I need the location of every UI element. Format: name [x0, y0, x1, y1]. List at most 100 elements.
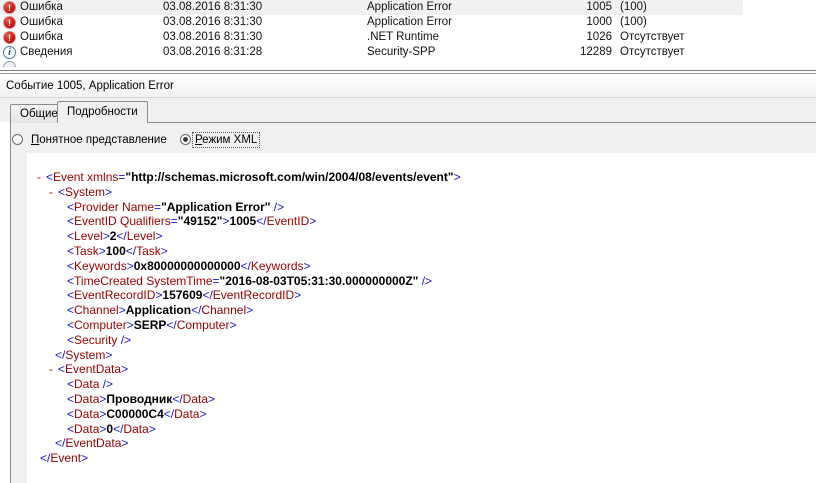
- xml-token: "Application Error": [161, 199, 271, 214]
- xml-token: <: [67, 317, 75, 332]
- xml-token: Security: [74, 332, 118, 347]
- xml-token: SystemTime: [142, 273, 213, 288]
- xml-token: Event: [53, 170, 84, 184]
- event-id-cell: 12289: [580, 46, 612, 58]
- xml-token: </: [40, 451, 51, 466]
- xml-token: >: [148, 421, 156, 436]
- info-icon: i: [3, 46, 16, 59]
- xml-line: <Level>2</Level>: [27, 229, 816, 244]
- source-cell: Security-SPP: [367, 46, 436, 58]
- xml-token: SERP: [133, 317, 167, 332]
- xml-token: Data: [74, 421, 100, 436]
- xml-token: />: [270, 199, 285, 214]
- event-row[interactable]: ! Ошибка 03.08.2016 8:31:30 Application Err…: [0, 15, 816, 30]
- xml-token: =: [212, 273, 220, 288]
- xml-token: System: [65, 347, 106, 362]
- tab-details[interactable]: Подробности: [57, 101, 148, 123]
- xml-token: 1005: [229, 214, 257, 229]
- xml-token: >: [98, 243, 106, 258]
- xml-token: <: [67, 406, 75, 421]
- xml-token: Проводник: [106, 391, 173, 406]
- xml-token: Channel: [74, 303, 119, 318]
- xml-token: Application: [125, 303, 192, 318]
- collapse-toggle[interactable]: -: [49, 362, 53, 376]
- xml-token: >: [81, 451, 89, 466]
- radio-friendly-view-label[interactable]: Понятное представление: [28, 132, 170, 148]
- xml-token: </: [166, 317, 177, 332]
- xml-token: Computer: [74, 317, 127, 332]
- date-cell: 03.08.2016 8:31:28: [163, 46, 263, 58]
- xml-token: <: [67, 273, 75, 288]
- xml-token: TimeCreated: [74, 273, 143, 288]
- xml-token: >: [199, 406, 207, 421]
- date-cell: 03.08.2016 8:31:30: [163, 16, 263, 28]
- radio-xml-view[interactable]: [180, 134, 191, 145]
- splitter-line: [0, 70, 816, 71]
- error-icon: !: [3, 31, 16, 44]
- xml-token: Data: [74, 391, 100, 406]
- radio-friendly-view[interactable]: [12, 134, 23, 145]
- xml-token: EventRecordID: [74, 288, 156, 303]
- xml-token: EventID: [74, 214, 117, 229]
- xml-token: EventID: [266, 214, 310, 229]
- xml-token: <: [46, 170, 54, 184]
- error-icon: !: [3, 16, 16, 29]
- xml-token: </: [172, 391, 183, 406]
- xml-token: =: [170, 214, 178, 229]
- xml-token: >: [303, 258, 311, 273]
- source-cell: Application Error: [367, 1, 453, 13]
- xml-token: <: [67, 229, 75, 244]
- tab-strip: Общие Подробности: [0, 98, 816, 123]
- xml-token: <: [67, 214, 75, 229]
- xml-token: </: [163, 406, 175, 421]
- xml-token: <: [67, 421, 75, 436]
- xml-token: <: [67, 288, 75, 303]
- xml-token: >: [105, 184, 113, 199]
- xml-line: <Data>C00000C4</Data>: [27, 407, 816, 422]
- xml-token: >: [222, 214, 230, 229]
- xml-token: <: [67, 199, 75, 214]
- event-id-cell: 1005: [586, 1, 612, 13]
- pane-splitter[interactable]: [0, 67, 816, 76]
- event-row[interactable]: ! Ошибка 03.08.2016 8:31:30 Application Err…: [0, 0, 816, 15]
- event-row[interactable]: i Сведения 03.08.2016 8:31:28 Security-SPP 1…: [0, 45, 816, 60]
- event-row[interactable]: ! Ошибка 03.08.2016 8:31:30 .NET Runtime 102…: [0, 30, 816, 45]
- xml-token: </: [202, 288, 213, 303]
- xml-token: >: [229, 317, 237, 332]
- xml-token: "2016-08-03T05:31:30.000000000Z": [219, 273, 419, 288]
- xml-line: <EventID Qualifiers="49152">1005</EventI…: [27, 214, 816, 229]
- xml-token: </: [191, 303, 202, 318]
- xml-token: <: [67, 303, 75, 318]
- xml-token: </: [116, 229, 127, 244]
- collapse-toggle[interactable]: -: [49, 185, 53, 199]
- xml-token: Keywords: [74, 258, 127, 273]
- collapse-toggle[interactable]: -: [37, 170, 41, 184]
- event-list: ! Ошибка 03.08.2016 8:31:30 Application Err…: [0, 0, 816, 67]
- task-category-cell: (100): [620, 1, 647, 13]
- level-cell: Ошибка: [20, 16, 63, 28]
- task-category-cell: Отсутствует: [620, 46, 685, 58]
- xml-token: <: [58, 362, 66, 377]
- xml-token: <: [67, 258, 75, 273]
- xml-token: >: [121, 362, 129, 377]
- xml-line: <EventRecordID>157609</EventRecordID>: [27, 288, 816, 303]
- xml-line: - <Event xmlns="http://schemas.microsoft.…: [27, 170, 816, 185]
- source-cell: .NET Runtime: [367, 31, 440, 43]
- xml-token: xmlns: [83, 170, 119, 184]
- xml-line: - <System>: [27, 185, 816, 200]
- xml-token: Computer: [176, 317, 230, 332]
- date-cell: 03.08.2016 8:31:30: [163, 31, 263, 43]
- xml-token: Channel: [201, 303, 247, 318]
- xml-token: </: [125, 243, 137, 258]
- xml-line: <Data>0</Data>: [27, 422, 816, 437]
- xml-token: EventData: [65, 362, 122, 377]
- error-icon: !: [3, 1, 16, 14]
- xml-token: >: [208, 391, 216, 406]
- xml-token: >: [118, 303, 126, 318]
- level-cell: Ошибка: [20, 31, 63, 43]
- xml-view[interactable]: - <Event xmlns="http://schemas.microsoft.…: [27, 153, 816, 483]
- xml-token: >: [246, 303, 254, 318]
- radio-xml-view-label[interactable]: Режим XML: [192, 132, 261, 148]
- xml-line: </System>: [27, 348, 816, 363]
- level-cell: Ошибка: [20, 1, 63, 13]
